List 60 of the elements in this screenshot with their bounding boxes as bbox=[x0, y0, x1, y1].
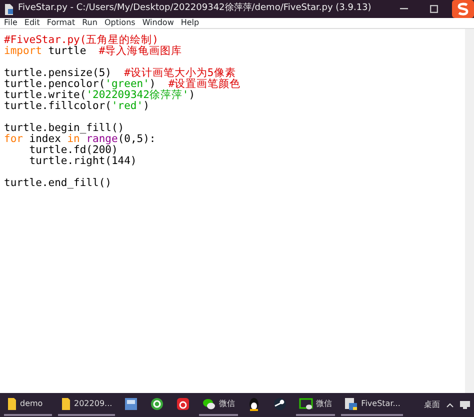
taskbar-label: 微信 bbox=[219, 398, 236, 410]
taskbar-item[interactable]: 202209... bbox=[58, 394, 116, 416]
code-text: turtle.write( bbox=[4, 89, 86, 101]
code-text: turtle.end_fill() bbox=[4, 177, 112, 189]
code-text: (0,5): bbox=[118, 133, 156, 145]
taskbar-label: FiveStar... bbox=[361, 398, 400, 410]
minimize-icon[interactable] bbox=[400, 8, 408, 10]
menu-item[interactable]: Run bbox=[82, 17, 98, 29]
file-icon bbox=[4, 4, 14, 14]
taskbar-label: 202209... bbox=[74, 398, 112, 410]
folder-icon bbox=[7, 397, 17, 411]
code-text: turtle.pencolor( bbox=[4, 78, 106, 90]
taskbar-label: demo bbox=[20, 398, 43, 410]
code-string: '202209342徐萍萍' bbox=[86, 89, 189, 101]
code-text: index bbox=[29, 133, 61, 145]
menu-item[interactable]: Edit bbox=[24, 17, 40, 29]
code-text: turtle bbox=[48, 45, 86, 57]
tray-label[interactable]: 桌面 bbox=[424, 399, 440, 411]
code-string: 'red' bbox=[111, 100, 144, 112]
browser-icon bbox=[150, 397, 164, 411]
taskbar-item[interactable]: FiveStar... bbox=[341, 394, 404, 416]
chat-icon bbox=[202, 397, 216, 411]
taskbar-item[interactable]: demo bbox=[4, 394, 52, 416]
code-string: 'green' bbox=[105, 78, 150, 90]
s-logo-icon[interactable] bbox=[452, 0, 474, 18]
penguin-icon bbox=[247, 397, 262, 411]
code-comment: #FiveStar.py(五角星的绘制) bbox=[4, 34, 159, 46]
code-builtin: range bbox=[86, 133, 118, 145]
code-text: turtle.fd(200) bbox=[28, 144, 118, 156]
code-text: turtle.pensize(5) bbox=[4, 67, 112, 79]
scrollbar[interactable] bbox=[465, 29, 474, 393]
code-comment: #设置画笔颜色 bbox=[168, 78, 241, 90]
menu-item[interactable]: File bbox=[4, 17, 18, 29]
menu-item[interactable]: Window bbox=[142, 17, 174, 29]
folder-icon bbox=[61, 397, 71, 411]
taskbar-item[interactable]: 微信 bbox=[296, 394, 336, 416]
code-text: ) bbox=[143, 100, 150, 112]
code-text: ) bbox=[149, 78, 156, 90]
network-icon[interactable] bbox=[460, 401, 470, 409]
python-file-icon bbox=[344, 397, 358, 411]
window-title: FiveStar.py - C:/Users/My/Desktop/202209342徐萍萍/demo/FiveStar.py (3.9.13) bbox=[18, 2, 372, 16]
taskbar-label: 微信 bbox=[316, 398, 332, 410]
taskbar-item[interactable]: 微信 bbox=[199, 394, 238, 416]
menu-item[interactable]: Options bbox=[104, 17, 136, 29]
code-text: turtle.fillcolor( bbox=[4, 100, 112, 112]
code-keyword: in bbox=[67, 133, 80, 145]
music-app-icon bbox=[176, 397, 190, 411]
app-icon bbox=[124, 397, 138, 411]
code-comment: #导入海龟画图库 bbox=[98, 45, 182, 57]
code-keyword: for bbox=[4, 133, 23, 145]
code-text: turtle.begin_fill() bbox=[4, 122, 124, 134]
screen-icon bbox=[299, 397, 314, 411]
code-keyword: import bbox=[4, 45, 42, 57]
menu-item[interactable]: Format bbox=[46, 17, 76, 29]
chevron-up-icon[interactable] bbox=[446, 402, 454, 408]
code-text: turtle.right(144) bbox=[28, 155, 137, 167]
code-comment: #设计画笔大小为5像素 bbox=[124, 67, 236, 79]
code-text: ) bbox=[188, 89, 196, 101]
maximize-icon[interactable] bbox=[430, 5, 438, 13]
menu-item[interactable]: Help bbox=[180, 17, 200, 29]
